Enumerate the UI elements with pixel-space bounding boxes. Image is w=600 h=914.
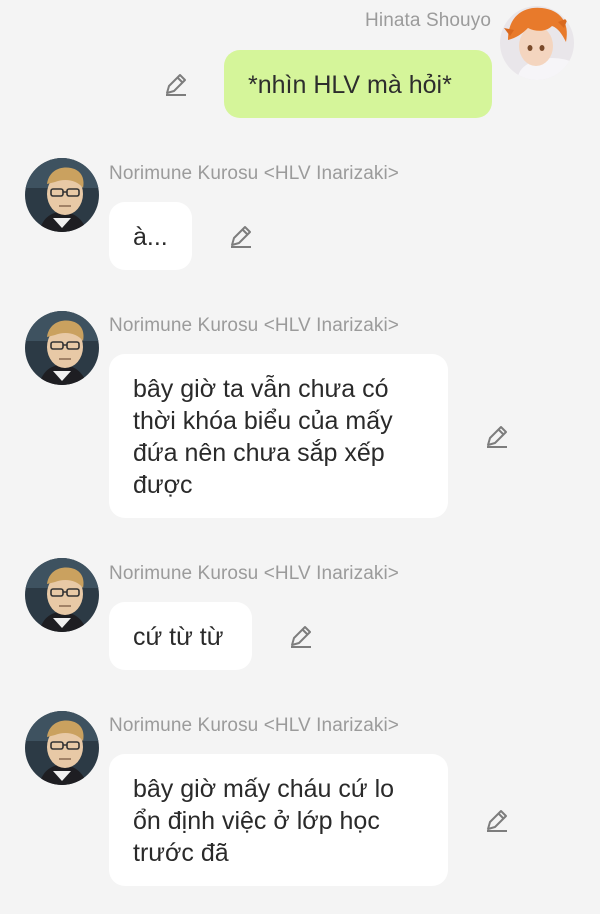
edit-icon[interactable] [288,623,314,649]
message-text: à... [133,223,168,251]
sender-name: Norimune Kurosu <HLV Inarizaki> [109,715,399,736]
avatar-hinata[interactable] [500,6,574,80]
sender-name: Norimune Kurosu <HLV Inarizaki> [109,163,399,184]
message-bubble: cứ từ từ [109,602,252,670]
message-text: cứ từ từ [133,623,224,651]
sender-name: Hinata Shouyo [365,10,491,31]
chat-thread: Hinata Shouyo *nhìn HLV mà hỏi* Norimune… [0,0,600,914]
edit-icon[interactable] [484,807,510,833]
edit-icon[interactable] [228,223,254,249]
hinata-avatar-icon [500,6,574,80]
avatar-kurosu[interactable] [25,311,99,385]
avatar-kurosu[interactable] [25,158,99,232]
message-text: bây giờ ta vẫn chưa có thời khóa biểu củ… [133,375,393,499]
edit-icon[interactable] [163,71,189,97]
kurosu-avatar-icon [25,158,99,232]
message-bubble: *nhìn HLV mà hỏi* [224,50,492,118]
message-text: *nhìn HLV mà hỏi* [248,71,452,99]
sender-name: Norimune Kurosu <HLV Inarizaki> [109,315,399,336]
avatar-kurosu[interactable] [25,711,99,785]
avatar-kurosu[interactable] [25,558,99,632]
kurosu-avatar-icon [25,311,99,385]
kurosu-avatar-icon [25,558,99,632]
message-bubble: à... [109,202,192,270]
message-text: bây giờ mấy cháu cứ lo ổn định việc ở lớ… [133,775,395,867]
kurosu-avatar-icon [25,711,99,785]
message-bubble: bây giờ mấy cháu cứ lo ổn định việc ở lớ… [109,754,448,886]
message-bubble: bây giờ ta vẫn chưa có thời khóa biểu củ… [109,354,448,518]
edit-icon[interactable] [484,423,510,449]
sender-name: Norimune Kurosu <HLV Inarizaki> [109,563,399,584]
